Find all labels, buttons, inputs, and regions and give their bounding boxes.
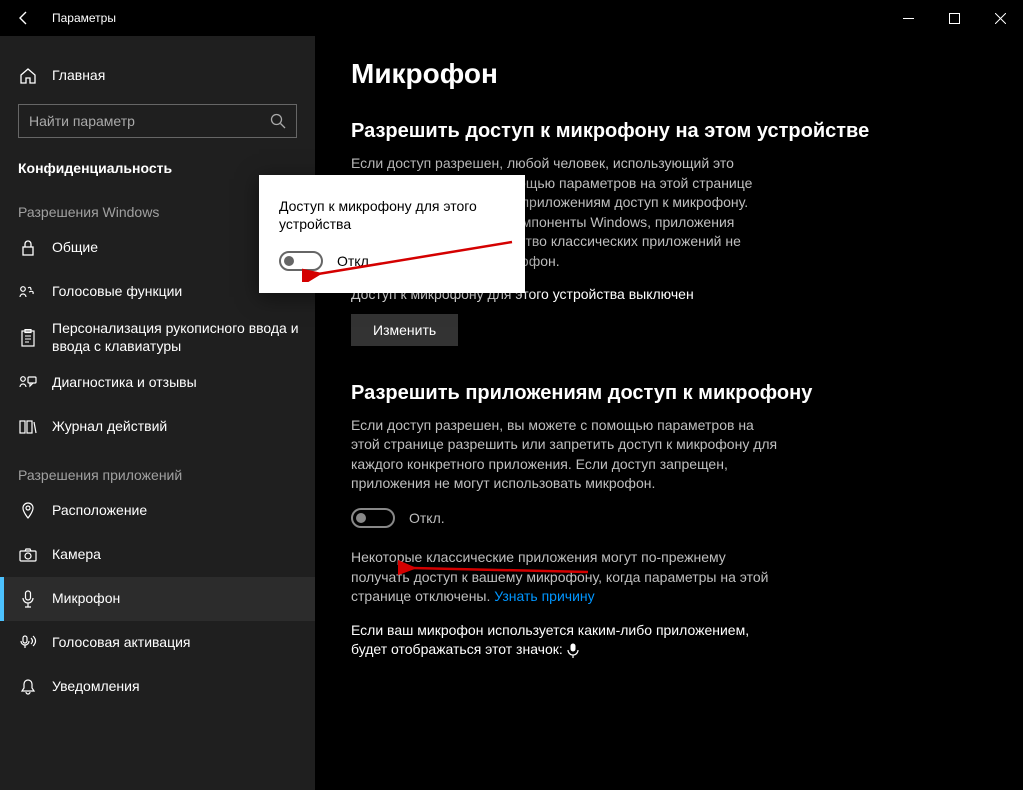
sidebar-item-label: Голосовые функции [52, 283, 182, 301]
maximize-button[interactable] [931, 0, 977, 36]
sidebar-item-label: Голосовая активация [52, 634, 191, 652]
popup-title: Доступ к микрофону для этого устройства [279, 197, 505, 233]
sidebar-group-apps: Разрешения приложений [0, 449, 315, 489]
app-access-toggle-label: Откл. [409, 510, 445, 526]
sidebar-home[interactable]: Главная [0, 54, 315, 98]
history-icon [18, 417, 38, 437]
camera-icon [18, 545, 38, 565]
back-button[interactable] [0, 0, 48, 36]
mic-indicator-note: Если ваш микрофон используется каким-либ… [351, 621, 781, 660]
voice-activation-icon [18, 633, 38, 653]
sidebar-item-label: Диагностика и отзывы [52, 374, 197, 392]
lock-icon [18, 238, 38, 258]
popup-toggle[interactable] [279, 251, 323, 271]
content: Микрофон Разрешить доступ к микрофону на… [315, 36, 1023, 790]
search-input[interactable] [29, 113, 270, 129]
sidebar-home-label: Главная [52, 67, 105, 85]
classic-apps-note: Некоторые классические приложения могут … [351, 548, 781, 607]
feedback-icon [18, 373, 38, 393]
popup-toggle-label: Откл. [337, 253, 373, 269]
app-access-toggle-row: Откл. [351, 508, 983, 528]
change-button[interactable]: Изменить [351, 314, 458, 346]
sidebar-item-label: Камера [52, 546, 101, 564]
microphone-icon [18, 589, 38, 609]
app-access-toggle[interactable] [351, 508, 395, 528]
sidebar-item-label: Персонализация рукописного ввода и ввода… [52, 320, 301, 355]
sidebar-item-camera[interactable]: Камера [0, 533, 315, 577]
sidebar-item-voice-activation[interactable]: Голосовая активация [0, 621, 315, 665]
sidebar: Главная Конфиденциальность Разрешения Wi… [0, 36, 315, 790]
microphone-indicator-icon [567, 643, 579, 658]
app-access-description: Если доступ разрешен, вы можете с помощь… [351, 416, 781, 494]
sidebar-item-diagnostics[interactable]: Диагностика и отзывы [0, 361, 315, 405]
location-icon [18, 501, 38, 521]
titlebar: Параметры [0, 0, 1023, 36]
sidebar-item-label: Журнал действий [52, 418, 167, 436]
sidebar-item-label: Общие [52, 239, 98, 257]
section-heading-app-access: Разрешить приложениям доступ к микрофону [351, 380, 983, 406]
sidebar-item-label: Микрофон [52, 590, 120, 608]
sidebar-item-location[interactable]: Расположение [0, 489, 315, 533]
sidebar-item-label: Уведомления [52, 678, 140, 696]
sidebar-item-notifications[interactable]: Уведомления [0, 665, 315, 709]
search-box[interactable] [18, 104, 297, 138]
sidebar-item-label: Расположение [52, 502, 147, 520]
close-button[interactable] [977, 0, 1023, 36]
device-access-popup: Доступ к микрофону для этого устройства … [259, 175, 525, 293]
sidebar-item-activity[interactable]: Журнал действий [0, 405, 315, 449]
home-icon [18, 66, 38, 86]
minimize-button[interactable] [885, 0, 931, 36]
sidebar-item-microphone[interactable]: Микрофон [0, 577, 315, 621]
learn-why-link[interactable]: Узнать причину [494, 588, 594, 604]
bell-icon [18, 677, 38, 697]
clipboard-icon [18, 328, 38, 348]
window-title: Параметры [48, 11, 116, 25]
section-heading-device-access: Разрешить доступ к микрофону на этом уст… [351, 118, 983, 144]
search-icon [270, 113, 286, 129]
speech-icon [18, 282, 38, 302]
page-title: Микрофон [351, 58, 983, 90]
sidebar-item-inking[interactable]: Персонализация рукописного ввода и ввода… [0, 314, 315, 361]
